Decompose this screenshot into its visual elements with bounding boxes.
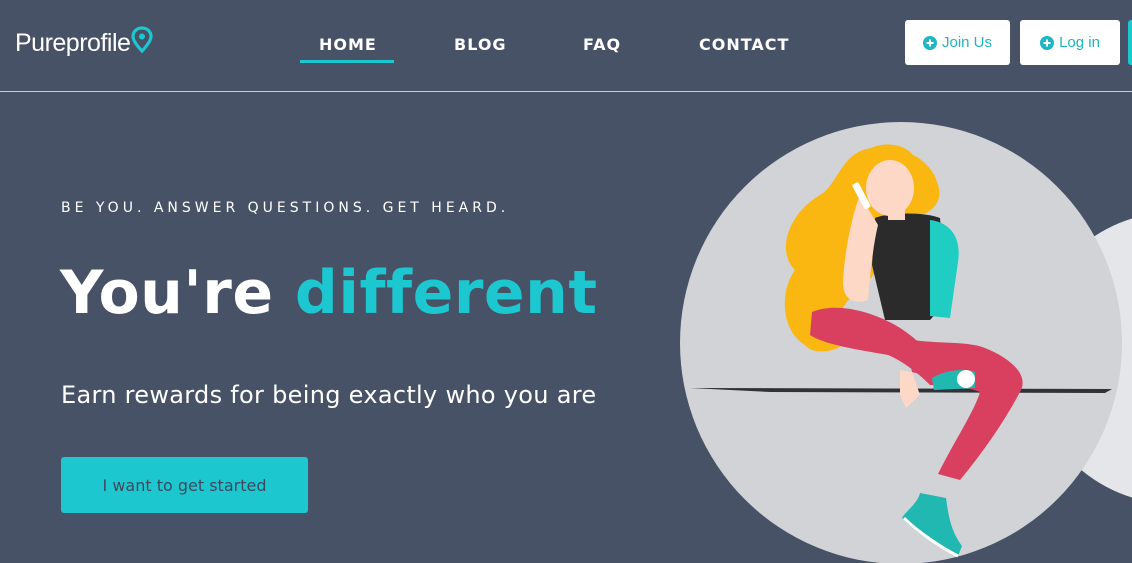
woman-sitting-on-phone-illustration	[680, 122, 1132, 563]
